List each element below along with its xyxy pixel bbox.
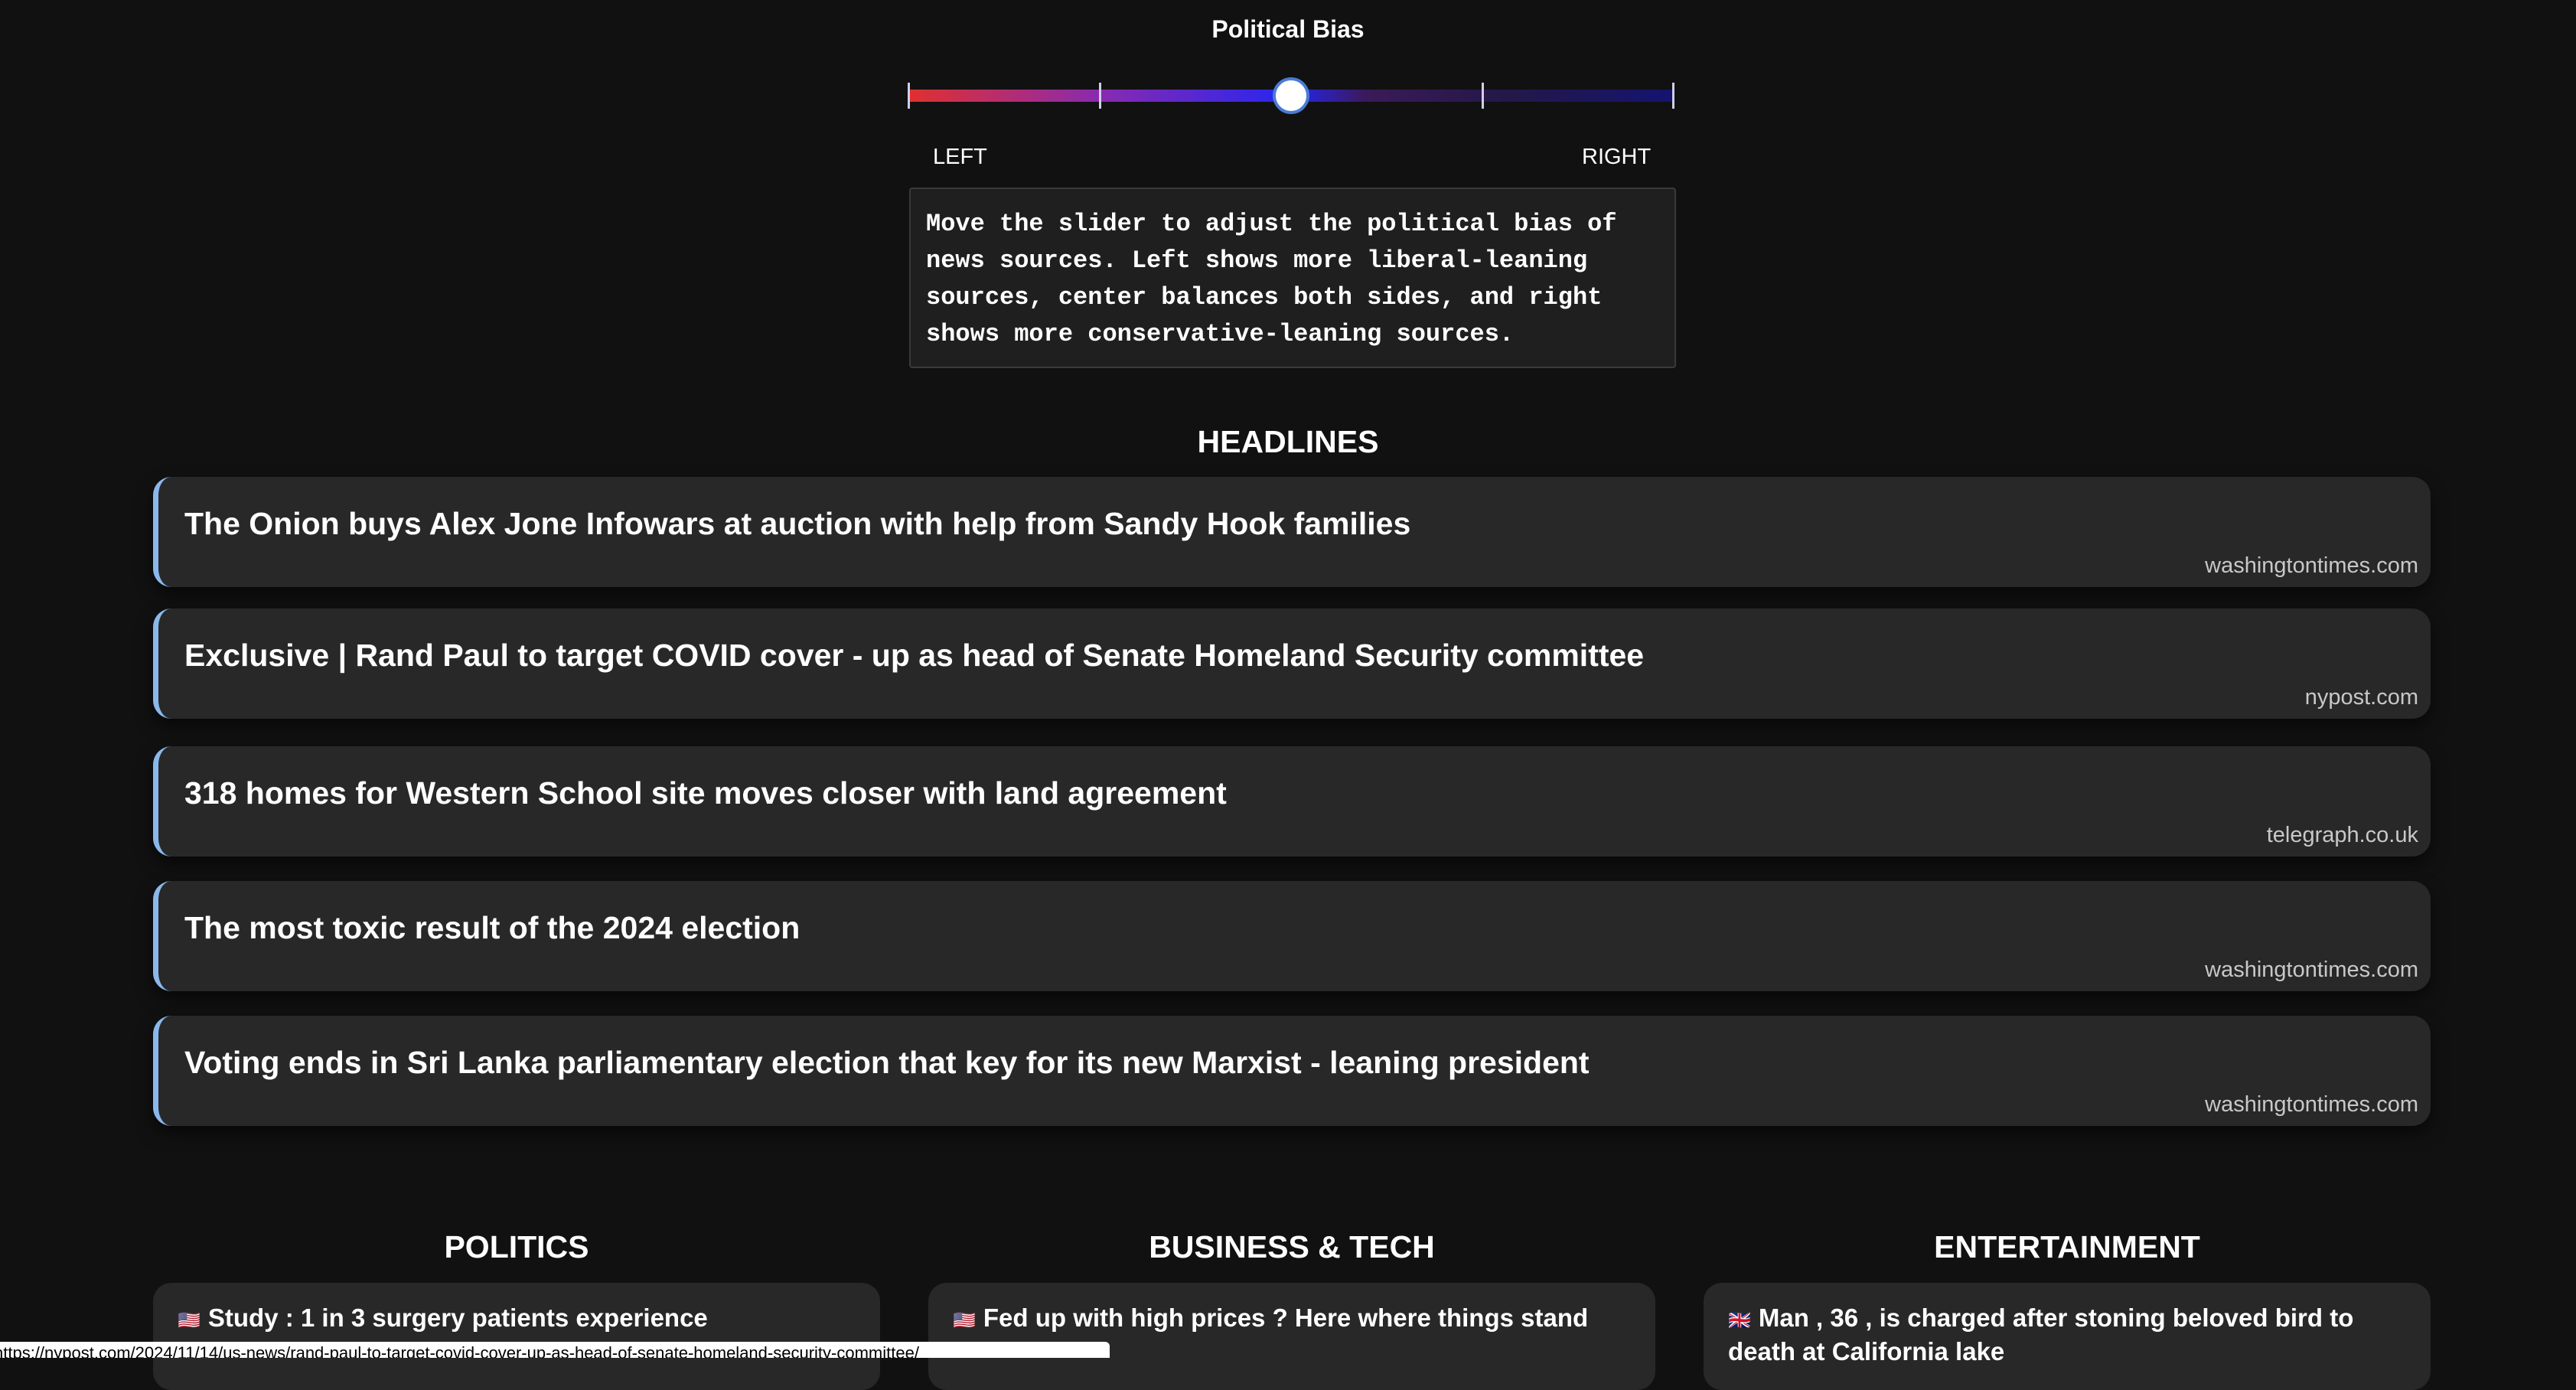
uk-flag-icon: 🇬🇧 [1728, 1310, 1751, 1331]
article-title[interactable]: Study : 1 in 3 surgery patients experien… [208, 1304, 708, 1332]
section-title-politics: POLITICS [444, 1229, 589, 1264]
article-title[interactable]: Man , 36 , is charged after stoning belo… [1728, 1304, 2353, 1366]
headline-source: nypost.com [2304, 685, 2418, 710]
entertainment-article-card[interactable]: 🇬🇧 Man , 36 , is charged after stoning be… [1704, 1283, 2431, 1390]
headline-title[interactable]: Exclusive | Rand Paul to target COVID co… [184, 638, 1644, 674]
right-label: RIGHT [1582, 145, 1652, 169]
headline-source: telegraph.co.uk [2266, 823, 2418, 847]
headline-card[interactable]: The Onion buys Alex Jone Infowars at auc… [153, 477, 2431, 587]
business-tech-article-card[interactable]: 🇺🇸 Fed up with high prices ? Here where t… [928, 1283, 1655, 1390]
headline-source: washingtontimes.com [2205, 1092, 2418, 1117]
section-title-business-tech: BUSINESS & TECH [1149, 1229, 1435, 1264]
headline-source: washingtontimes.com [2205, 958, 2418, 982]
slider-tick [1482, 83, 1484, 109]
article-title[interactable]: Fed up with high prices ? Here where thi… [983, 1304, 1588, 1332]
slider-tick [1099, 83, 1101, 109]
slider-tick [1672, 83, 1674, 109]
us-flag-icon: 🇺🇸 [953, 1310, 976, 1331]
bias-description: Move the slider to adjust the political … [909, 188, 1676, 368]
headline-title[interactable]: 318 homes for Western School site moves … [184, 775, 1227, 811]
headline-title[interactable]: The Onion buys Alex Jone Infowars at auc… [184, 506, 1410, 542]
headline-source: washingtontimes.com [2205, 553, 2418, 578]
slider-tick [908, 83, 910, 109]
section-title-entertainment: ENTERTAINMENT [1934, 1229, 2200, 1264]
slider-thumb[interactable] [1273, 77, 1309, 114]
political-bias-slider[interactable] [908, 73, 1674, 118]
politics-article-card[interactable]: 🇺🇸 Study : 1 in 3 surgery patients experi… [153, 1283, 880, 1390]
headline-title[interactable]: The most toxic result of the 2024 electi… [184, 910, 800, 946]
headline-title[interactable]: Voting ends in Sri Lanka parliamentary e… [184, 1045, 1590, 1081]
us-flag-icon: 🇺🇸 [178, 1310, 201, 1331]
headline-card[interactable]: 318 homes for Western School site moves … [153, 746, 2431, 857]
headline-card[interactable]: Exclusive | Rand Paul to target COVID co… [153, 609, 2431, 719]
link-status-bar: https://nypost.com/2024/11/14/us-news/ra… [0, 1342, 1110, 1358]
political-bias-title: Political Bias [1211, 15, 1365, 43]
headlines-title: HEADLINES [1197, 424, 1379, 459]
headline-card[interactable]: The most toxic result of the 2024 electi… [153, 881, 2431, 991]
left-label: LEFT [933, 145, 987, 169]
headline-card[interactable]: Voting ends in Sri Lanka parliamentary e… [153, 1016, 2431, 1126]
